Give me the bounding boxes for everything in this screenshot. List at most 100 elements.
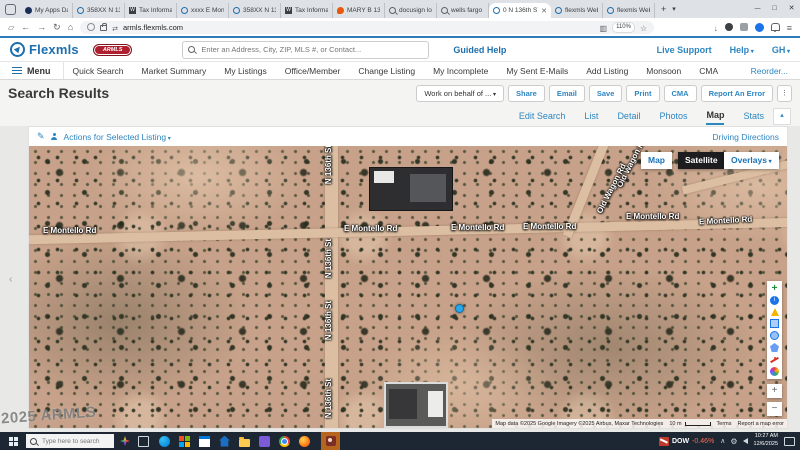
ruler-triangle-icon[interactable] <box>771 308 779 316</box>
edge-icon[interactable] <box>159 436 170 447</box>
browser-menu-icon[interactable] <box>787 18 792 36</box>
workspaces-icon[interactable] <box>5 4 16 15</box>
tab-actions-icon[interactable] <box>8 18 14 37</box>
bookmark-star-icon[interactable] <box>640 18 647 36</box>
browser-tab[interactable]: My Apps Dashb <box>21 3 73 18</box>
terms-link[interactable]: Terms <box>714 419 735 428</box>
browser-tab[interactable]: flexmls Web <box>551 3 603 18</box>
guided-help-link[interactable]: Guided Help <box>453 45 506 55</box>
reader-icon[interactable] <box>600 18 608 36</box>
taskbar-search[interactable] <box>26 434 114 448</box>
share-button[interactable]: Share <box>508 85 545 102</box>
settings-gear-icon[interactable] <box>730 437 737 446</box>
edit-icon[interactable] <box>37 131 45 142</box>
forward-icon[interactable] <box>37 18 46 36</box>
browser-tab[interactable]: MARY B 138 210 <box>333 3 385 18</box>
zoom-in-button[interactable] <box>767 384 782 398</box>
tab-photos[interactable]: Photos <box>659 108 687 124</box>
reorder-link[interactable]: Reorder... <box>751 66 800 76</box>
draw-polygon-icon[interactable] <box>770 343 779 352</box>
home-app-icon[interactable] <box>219 436 230 447</box>
menu-item-office-member[interactable]: Office/Member <box>276 66 350 76</box>
tray-expand-icon[interactable] <box>720 437 725 445</box>
main-menu-button[interactable]: Menu <box>0 62 64 79</box>
tab-stats[interactable]: Stats <box>743 108 764 124</box>
print-button[interactable]: Print <box>626 85 659 102</box>
draw-circle-icon[interactable] <box>770 331 779 340</box>
info-icon[interactable] <box>770 296 779 305</box>
task-view-icon[interactable] <box>138 436 149 447</box>
browser-tab[interactable]: Tax Information <box>281 3 333 18</box>
menu-item-my-listings[interactable]: My Listings <box>215 66 276 76</box>
reload-icon[interactable] <box>53 18 61 36</box>
browser-tab[interactable]: wells fargo login <box>437 3 489 18</box>
close-tab-icon[interactable]: ✕ <box>541 7 547 15</box>
browser-tab[interactable]: 358XX N 136th S <box>73 3 125 18</box>
browser-tab[interactable]: Tax Information <box>125 3 177 18</box>
help-menu[interactable]: Help <box>730 45 754 55</box>
live-support-link[interactable]: Live Support <box>657 45 712 55</box>
menu-item-my-sent-emails[interactable]: My Sent E-Mails <box>497 66 577 76</box>
menu-item-market-summary[interactable]: Market Summary <box>133 66 216 76</box>
color-wheel-icon[interactable] <box>770 367 779 376</box>
actions-selected-dropdown[interactable]: Actions for Selected Listing <box>64 132 171 142</box>
chrome-icon[interactable] <box>279 436 290 447</box>
browser-tab[interactable]: 358XX N 136th S <box>229 3 281 18</box>
collapse-panel-button[interactable] <box>773 108 791 125</box>
extension-icon[interactable] <box>740 23 748 31</box>
cma-button[interactable]: CMA <box>664 85 697 102</box>
zoom-out-button[interactable] <box>767 402 782 416</box>
taskbar-search-input[interactable] <box>40 437 110 446</box>
firefox-icon[interactable] <box>299 436 310 447</box>
file-explorer-icon[interactable] <box>239 439 250 447</box>
action-center-icon[interactable] <box>784 437 795 446</box>
sidebar-collapse-chevron-icon[interactable] <box>9 274 12 285</box>
satellite-map[interactable]: E Montello Rd E Montello Rd E Montello R… <box>29 146 787 428</box>
downloads-icon[interactable] <box>714 18 718 36</box>
url-box[interactable]: armls.flexmls.com 110% <box>80 21 654 34</box>
tab-detail[interactable]: Detail <box>617 108 640 124</box>
taskbar-clock[interactable]: 10:27 AM 12/6/2025 <box>754 433 778 448</box>
tab-list-caret-icon[interactable] <box>672 0 676 19</box>
url-text[interactable]: armls.flexmls.com <box>123 23 594 32</box>
maximize-button[interactable] <box>766 0 783 18</box>
report-map-error-link[interactable]: Report a map error <box>735 419 787 428</box>
copilot-spark-icon[interactable] <box>120 436 130 446</box>
app-icon[interactable] <box>259 436 270 447</box>
menu-item-my-incomplete[interactable]: My Incomplete <box>424 66 497 76</box>
driving-directions-link[interactable]: Driving Directions <box>712 132 779 142</box>
notifications-bell-icon[interactable] <box>771 23 780 31</box>
map-mode-button[interactable]: Map <box>641 152 672 169</box>
tab-map[interactable]: Map <box>706 107 724 125</box>
stock-widget[interactable]: DOW -0.46% <box>659 437 714 446</box>
flexmls-logo[interactable]: Flexmls <box>10 42 79 57</box>
home-icon[interactable] <box>68 18 73 36</box>
person-icon[interactable] <box>51 133 58 140</box>
draw-rectangle-icon[interactable] <box>770 319 779 328</box>
speaker-icon[interactable] <box>743 438 748 444</box>
email-button[interactable]: Email <box>549 85 585 102</box>
menu-item-add-listing[interactable]: Add Listing <box>577 66 637 76</box>
menu-item-monsoon[interactable]: Monsoon <box>637 66 690 76</box>
menu-item-cma[interactable]: CMA <box>690 66 727 76</box>
new-tab-button[interactable] <box>661 0 666 18</box>
browser-tab-active[interactable]: 0 N 136th ST 2✕ <box>489 3 551 18</box>
zoom-level-badge[interactable]: 110% <box>612 22 635 33</box>
microsoft-store-icon[interactable] <box>179 436 190 447</box>
browser-tab[interactable]: flexmls Web <box>603 3 655 18</box>
satellite-mode-button[interactable]: Satellite <box>678 152 725 169</box>
save-button[interactable]: Save <box>589 85 623 102</box>
draw-line-icon[interactable] <box>770 355 779 364</box>
browser-tab[interactable]: xxxx E Montello <box>177 3 229 18</box>
close-button[interactable] <box>783 0 800 18</box>
add-icon[interactable] <box>770 284 779 293</box>
browser-tab[interactable]: docusign login - <box>385 3 437 18</box>
extension-icon[interactable] <box>725 23 733 31</box>
calendar-icon[interactable] <box>199 436 210 447</box>
profile-menu[interactable]: GH <box>772 45 790 55</box>
minimize-button[interactable] <box>749 0 766 18</box>
more-actions-kebab-icon[interactable] <box>777 85 792 102</box>
overlays-dropdown-button[interactable]: Overlays <box>724 152 779 169</box>
menu-item-quick-search[interactable]: Quick Search <box>64 66 133 76</box>
site-search[interactable] <box>182 41 429 59</box>
